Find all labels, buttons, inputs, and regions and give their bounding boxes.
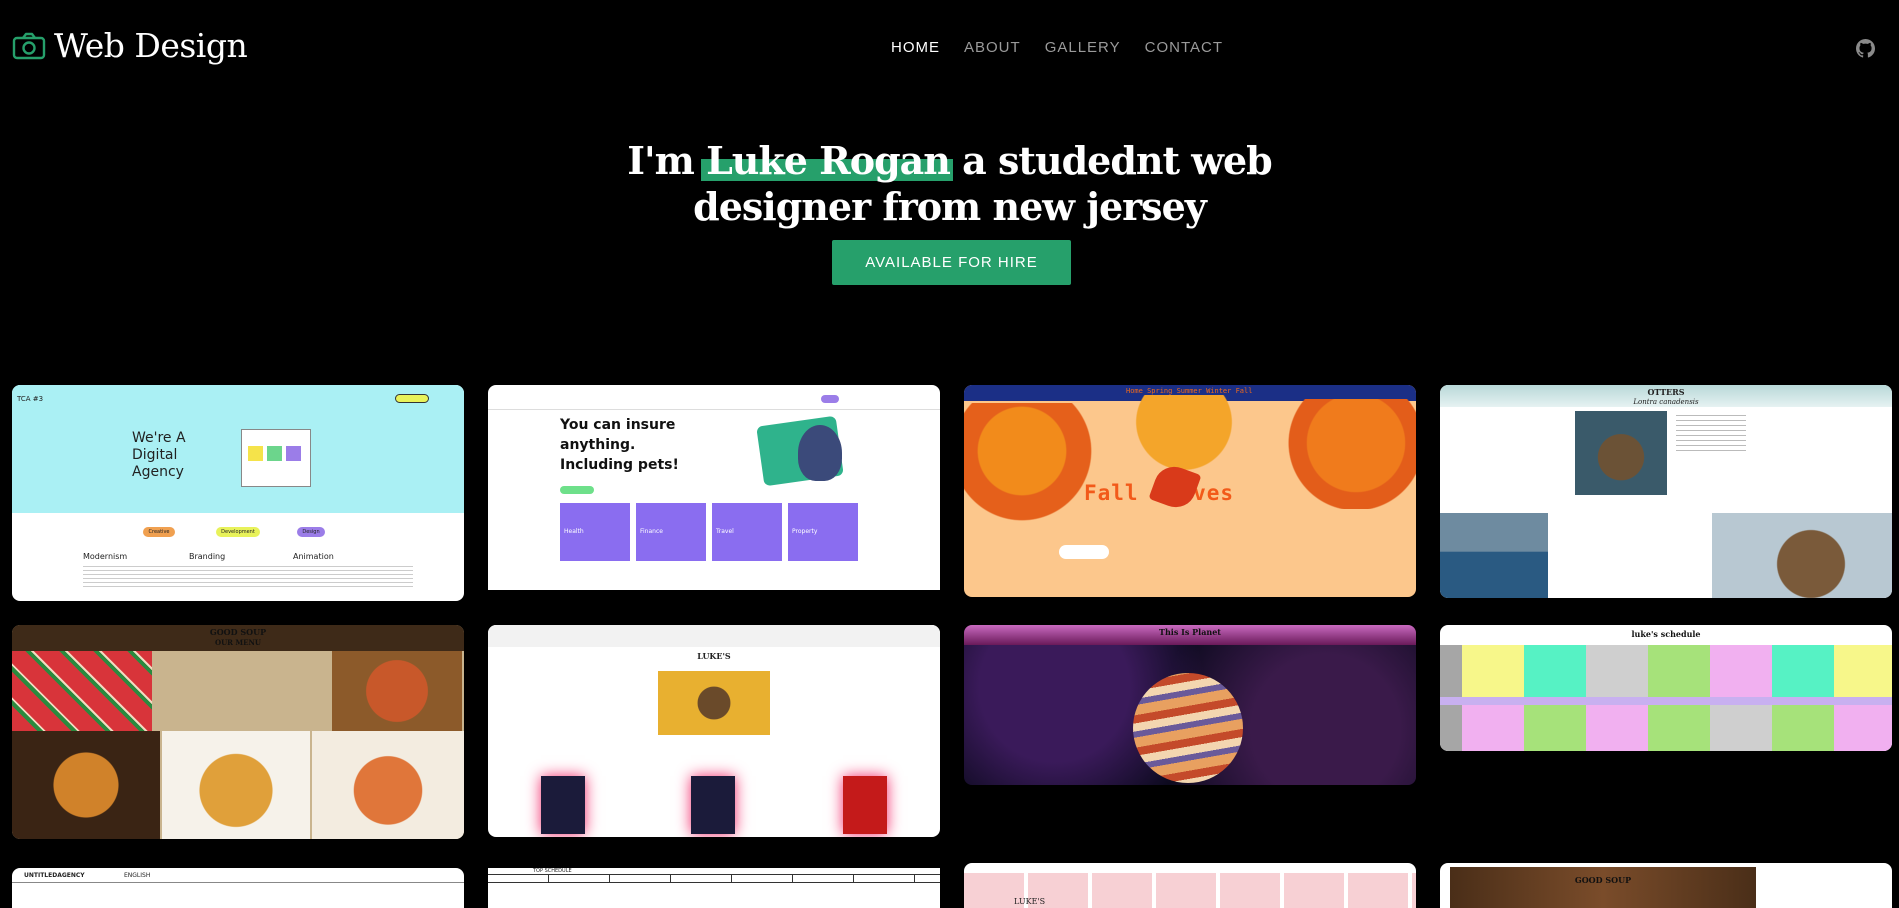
tile-nav-divider bbox=[488, 409, 940, 410]
tile-col-3: Animation bbox=[293, 552, 334, 561]
tile-col-1: Modernism bbox=[83, 552, 128, 561]
tile-signup-pill bbox=[821, 395, 839, 403]
tile-pill-1: Creative bbox=[143, 527, 175, 537]
site-header: Web Design HOME ABOUT GALLERY CONTACT bbox=[0, 0, 1899, 96]
pasta-photo bbox=[312, 731, 464, 839]
brand[interactable]: Web Design bbox=[12, 26, 248, 65]
tile-nav: ENGLISH bbox=[124, 872, 151, 879]
tile-title: This Is Planet bbox=[1159, 627, 1221, 637]
camera-icon bbox=[12, 32, 46, 59]
tile-art-2 bbox=[691, 776, 735, 834]
gallery-item-lukes[interactable]: LUKE'S bbox=[488, 625, 940, 837]
hero-name: Luke Rogan bbox=[706, 138, 951, 183]
hero-heading-line2: designer from new jersey bbox=[693, 184, 1207, 229]
hero: I'm Luke Rogan a studednt web designer f… bbox=[0, 138, 1899, 230]
tile-cat-illustration bbox=[798, 425, 842, 481]
tile-logo: UNTITLEDAGENCY bbox=[24, 872, 85, 879]
planet bbox=[1133, 673, 1243, 783]
hero-suffix: a studednt web bbox=[962, 138, 1273, 183]
tile-divider bbox=[12, 882, 464, 883]
tile-menu: Home Spring Summer Winter Fall bbox=[1126, 387, 1253, 395]
tile-title: GOOD SOUP bbox=[1574, 875, 1632, 885]
nav-about[interactable]: ABOUT bbox=[964, 39, 1021, 56]
tile-col-2: Branding bbox=[189, 552, 226, 561]
tile-nav bbox=[488, 625, 940, 647]
tile-title: LUKE'S bbox=[1014, 897, 1046, 906]
nav-contact[interactable]: CONTACT bbox=[1145, 39, 1223, 56]
tile-logo: TCA #3 bbox=[17, 395, 44, 403]
gallery-item-insurance[interactable]: You can insure anything. Including pets!… bbox=[488, 385, 940, 590]
main-nav: HOME ABOUT GALLERY CONTACT bbox=[891, 39, 1247, 56]
tile-table-header bbox=[488, 874, 940, 883]
hero-name-highlight: Luke Rogan bbox=[701, 138, 953, 184]
gallery-item-planet[interactable]: This Is Planet bbox=[964, 625, 1416, 785]
tile-title: GOOD SOUP bbox=[209, 627, 267, 637]
leaf-cluster-right bbox=[1254, 399, 1416, 509]
tile-pill-2: Development bbox=[216, 527, 260, 537]
gallery-item-schedule[interactable]: luke's schedule bbox=[1440, 625, 1892, 751]
tile-card-3: Travel bbox=[712, 503, 782, 561]
otter-photo-3 bbox=[1712, 513, 1892, 598]
gallery-item-agency-2[interactable]: UNTITLEDAGENCY ENGLISH bbox=[12, 868, 464, 908]
tile-title: OTTERS bbox=[1647, 387, 1685, 397]
tile-art-1 bbox=[541, 776, 585, 834]
schedule-lunch-row bbox=[1440, 697, 1892, 705]
nav-gallery[interactable]: GALLERY bbox=[1045, 39, 1121, 56]
gallery-item-table-schedule[interactable]: TOP SCHEDULE bbox=[488, 868, 940, 908]
gallery-item-good-soup-2[interactable]: GOOD SOUP bbox=[1440, 863, 1892, 908]
tile-title: LUKE'S bbox=[697, 651, 731, 661]
available-for-hire-button[interactable]: AVAILABLE FOR HIRE bbox=[832, 240, 1071, 285]
watermelon-photo bbox=[12, 651, 152, 731]
tile-pill-3: Design bbox=[297, 527, 325, 537]
tile-facts-list bbox=[1676, 411, 1746, 451]
cloud bbox=[1059, 545, 1109, 559]
tile-featured-art bbox=[658, 671, 770, 735]
github-icon[interactable] bbox=[1856, 39, 1875, 58]
gallery-item-agency[interactable]: TCA #3 We're A Digital Agency Creative D… bbox=[12, 385, 464, 601]
tile-hero-bg bbox=[12, 385, 464, 513]
otter-photo-2 bbox=[1440, 513, 1548, 598]
brand-name: Web Design bbox=[54, 26, 248, 65]
gallery-item-fall-leaves[interactable]: Home Spring Summer Winter Fall Fall Leav… bbox=[964, 385, 1416, 597]
tile-card-4: Property bbox=[788, 503, 858, 561]
tile-art-3 bbox=[843, 776, 887, 834]
tile-subtitle: OUR MENU bbox=[214, 638, 262, 647]
gallery-item-good-soup[interactable]: GOOD SOUP OUR MENU bbox=[12, 625, 464, 839]
nav-home[interactable]: HOME bbox=[891, 39, 940, 56]
sandwich-photo bbox=[332, 651, 462, 731]
schedule-block-1 bbox=[1440, 645, 1892, 697]
tile-green-pill bbox=[560, 486, 594, 494]
gallery-item-otters[interactable]: OTTERS Lontra canadensis bbox=[1440, 385, 1892, 598]
tile-cta-pill bbox=[395, 394, 429, 403]
schedule-block-2 bbox=[1440, 705, 1892, 751]
tile-headline: We're A Digital Agency bbox=[132, 430, 186, 480]
burger-photo-1 bbox=[12, 731, 160, 839]
tile-card-2: Finance bbox=[636, 503, 706, 561]
tile-illustration bbox=[241, 429, 311, 487]
tile-headline: You can insure anything. Including pets! bbox=[560, 417, 679, 473]
hero-heading-line1: I'm Luke Rogan a studednt web bbox=[0, 138, 1899, 184]
tile-title: luke's schedule bbox=[1631, 629, 1701, 639]
hero-prefix: I'm bbox=[627, 138, 695, 183]
tile-wood-header bbox=[1450, 867, 1756, 908]
tile-card-1: Health bbox=[560, 503, 630, 561]
burger-photo-2 bbox=[162, 731, 310, 839]
otter-photo-1 bbox=[1575, 411, 1667, 495]
gallery-item-lukes-2[interactable]: LUKE'S bbox=[964, 863, 1416, 908]
tile-body-text bbox=[83, 563, 413, 587]
tile-subtitle: Lontra canadensis bbox=[1633, 398, 1699, 406]
